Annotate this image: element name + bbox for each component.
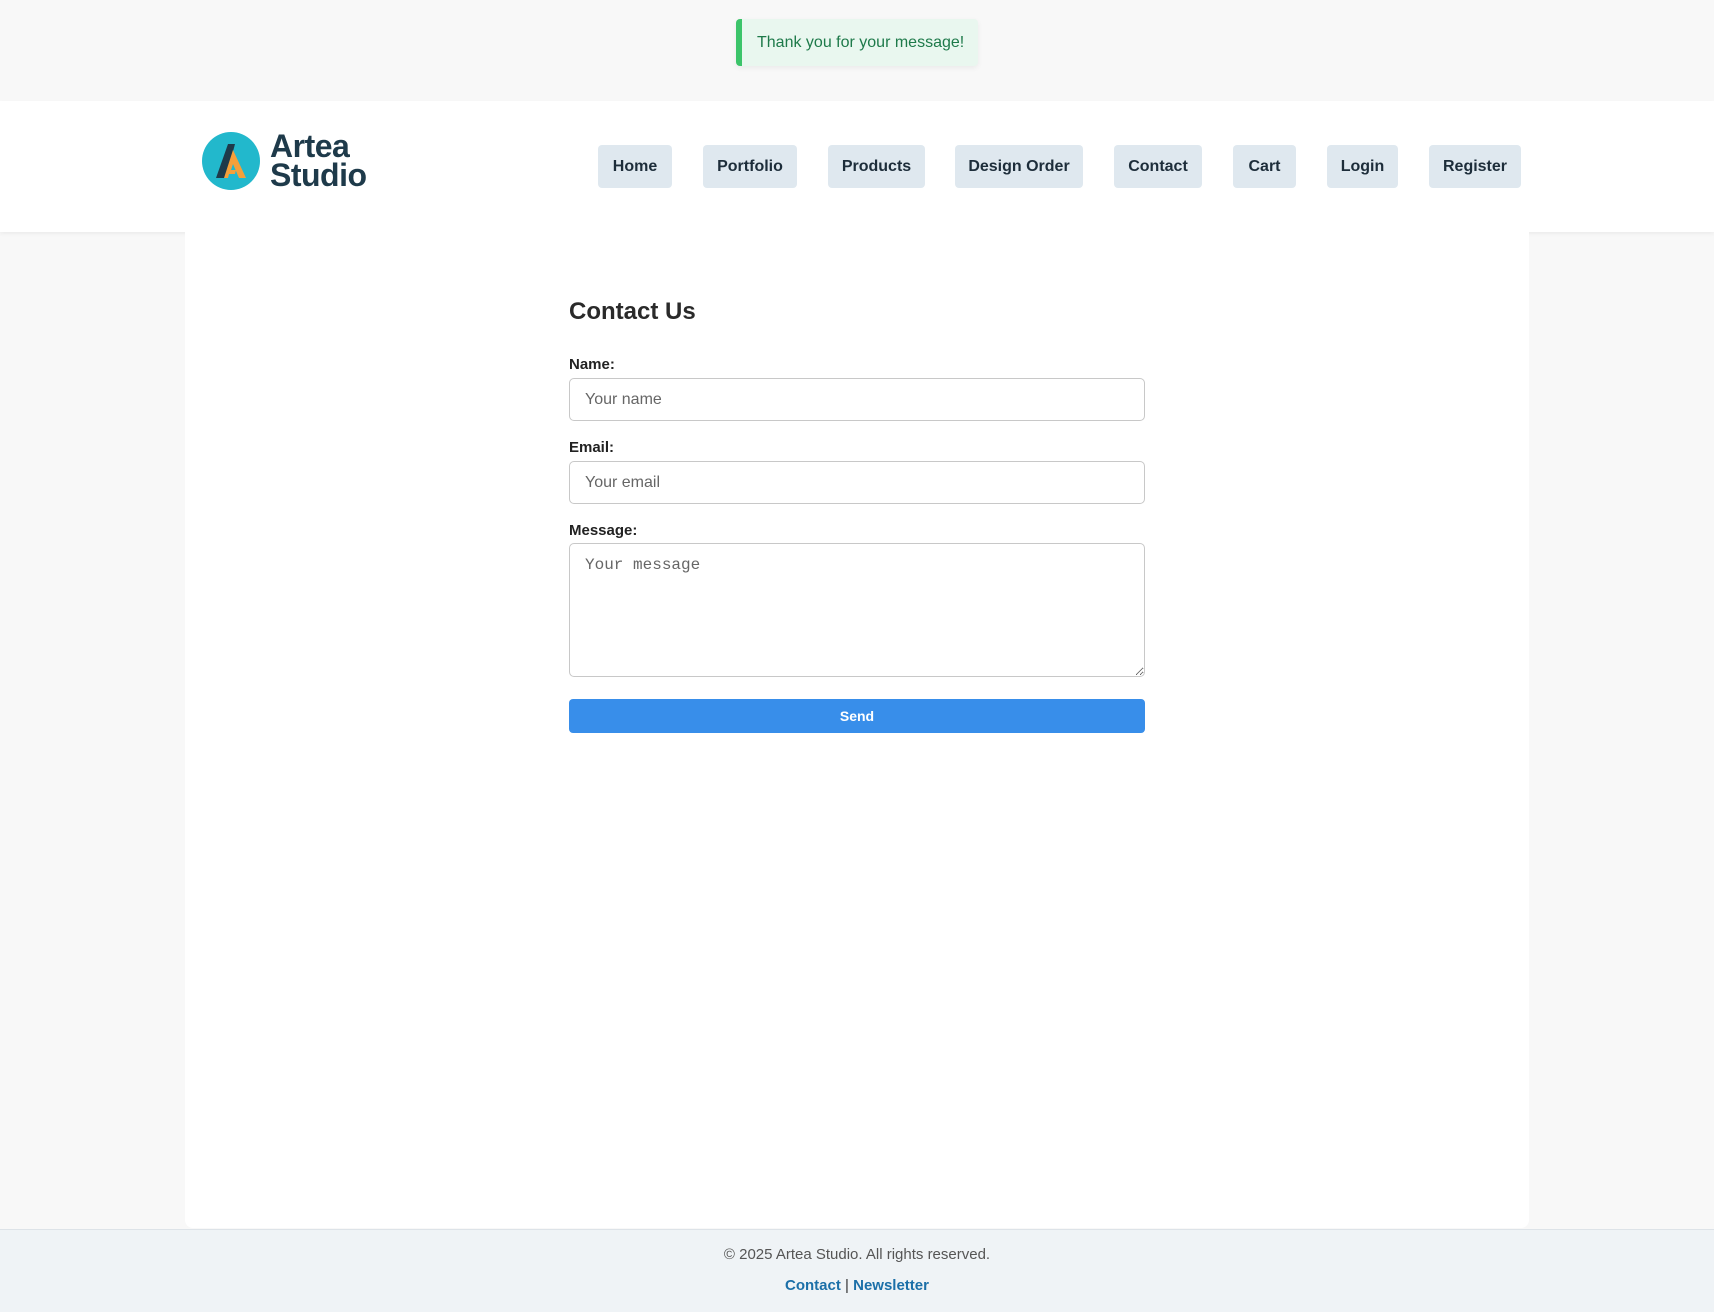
- site-header: Artea Studio Home Portfolio Products Des…: [0, 101, 1714, 232]
- nav-register[interactable]: Register: [1429, 145, 1521, 188]
- message-textarea[interactable]: [569, 543, 1145, 677]
- footer-link-separator: |: [845, 1277, 849, 1294]
- site-logo[interactable]: Artea Studio: [202, 129, 377, 193]
- footer-link-contact[interactable]: Contact: [785, 1277, 841, 1294]
- page-title: Contact Us: [569, 298, 696, 325]
- send-button[interactable]: Send: [569, 699, 1145, 733]
- message-label: Message:: [569, 522, 638, 539]
- email-label: Email:: [569, 439, 615, 456]
- flash-message-text: Thank you for your message!: [757, 33, 965, 51]
- nav-contact[interactable]: Contact: [1114, 145, 1202, 188]
- name-input[interactable]: [569, 378, 1145, 421]
- footer-links: Contact | Newsletter: [0, 1277, 1714, 1294]
- nav-products[interactable]: Products: [828, 145, 925, 188]
- logo-a-icon: [202, 132, 260, 190]
- nav-cart[interactable]: Cart: [1233, 145, 1296, 188]
- name-label: Name:: [569, 356, 615, 373]
- nav-design-order[interactable]: Design Order: [955, 145, 1083, 188]
- logo-wordmark: Artea Studio: [270, 130, 367, 193]
- nav-login[interactable]: Login: [1327, 145, 1398, 188]
- site-footer: © 2025 Artea Studio. All rights reserved…: [0, 1229, 1714, 1312]
- copyright-text: © 2025 Artea Studio. All rights reserved…: [723, 1246, 991, 1263]
- logo-line-2: Studio: [270, 157, 367, 193]
- nav-home[interactable]: Home: [598, 145, 672, 188]
- success-flash-message: Thank you for your message!: [736, 19, 978, 66]
- flash-region: Thank you for your message!: [0, 0, 1714, 101]
- footer-link-newsletter[interactable]: Newsletter: [853, 1277, 929, 1294]
- nav-portfolio[interactable]: Portfolio: [703, 145, 797, 188]
- email-input[interactable]: [569, 461, 1145, 504]
- main-content-card: Contact Us Name: Email: Message: Send: [185, 232, 1529, 1228]
